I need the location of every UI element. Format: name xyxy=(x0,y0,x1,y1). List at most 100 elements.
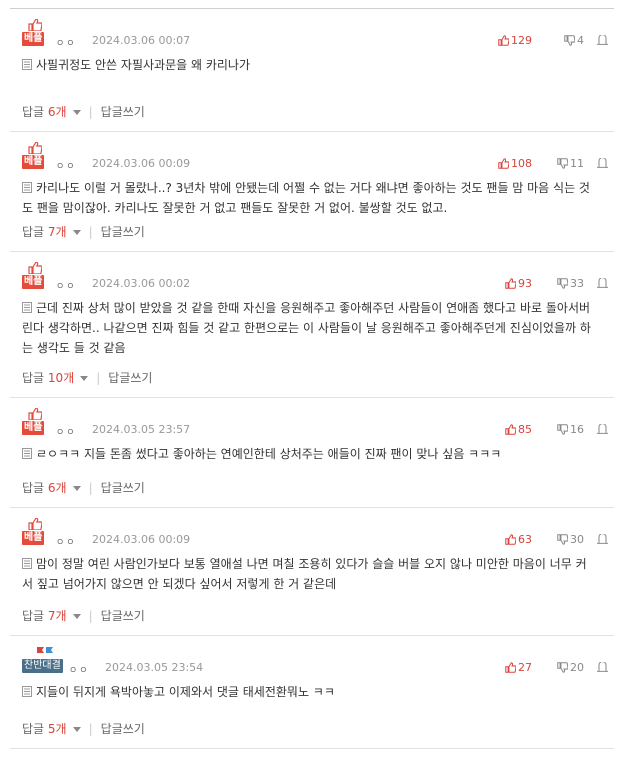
username[interactable]: ㅇㅇ xyxy=(56,425,77,438)
comment-text: 근데 진짜 상처 많이 받았을 것 같을 한때 자신을 응원해주고 좋아해주던 … xyxy=(22,301,591,355)
report-icon[interactable] xyxy=(597,278,608,288)
comment-date: 2024.03.06 00:09 xyxy=(92,533,191,546)
comment-date: 2024.03.06 00:02 xyxy=(92,277,191,290)
reply-label: 답글 xyxy=(22,105,45,119)
comment-meta: 찬반대결 ㅇㅇ 2024.03.05 23:54 27 20 xyxy=(22,646,614,676)
write-reply-link[interactable]: 답글쓰기 xyxy=(101,105,145,119)
best-badge: 베플 xyxy=(22,19,46,47)
username[interactable]: ㅇㅇ xyxy=(56,279,77,292)
best-badge: 베플 xyxy=(22,262,46,290)
document-icon xyxy=(22,448,32,459)
downvote-button[interactable]: 20 xyxy=(557,661,584,674)
comment-footer: 답글 7개 | 답글쓰기 xyxy=(22,597,145,635)
downvote-button[interactable]: 33 xyxy=(557,277,584,290)
caret-down-icon xyxy=(72,613,81,619)
badge-label: 베플 xyxy=(22,531,45,545)
report-icon[interactable] xyxy=(597,424,608,434)
downvote-button[interactable]: 11 xyxy=(557,157,584,170)
thumbs-up-icon xyxy=(28,19,42,31)
best-badge: 베플 xyxy=(22,518,46,546)
thumbs-down-icon xyxy=(557,534,569,545)
reply-toggle[interactable]: 답글 10개 xyxy=(22,371,96,385)
write-reply-link[interactable]: 답글쓰기 xyxy=(101,609,145,623)
upvote-button[interactable]: 27 xyxy=(505,661,532,674)
upvote-count: 129 xyxy=(511,34,532,47)
comment-footer: 답글 10개 | 답글쓰기 xyxy=(22,359,152,397)
upvote-count: 63 xyxy=(518,533,532,546)
comment-body: 지들이 뒤지게 욕박아놓고 이제와서 댓글 태세전환뭐노 ㅋㅋ xyxy=(22,676,614,702)
write-reply-link[interactable]: 답글쓰기 xyxy=(101,225,145,239)
downvote-count: 11 xyxy=(570,157,584,170)
report-icon[interactable] xyxy=(597,35,608,45)
upvote-button[interactable]: 129 xyxy=(498,34,532,47)
divider: | xyxy=(88,225,93,239)
username[interactable]: ㅇㅇ xyxy=(56,159,77,172)
comment-footer: 답글 5개 | 답글쓰기 xyxy=(22,710,145,748)
thumbs-up-icon xyxy=(505,534,517,545)
write-reply-link[interactable]: 답글쓰기 xyxy=(108,371,152,385)
document-icon xyxy=(22,302,32,313)
write-reply-link[interactable]: 답글쓰기 xyxy=(101,481,145,495)
thumbs-up-icon xyxy=(505,662,517,673)
badge-label: 찬반대결 xyxy=(22,659,63,673)
downvote-button[interactable]: 30 xyxy=(557,533,584,546)
reply-count: 6개 xyxy=(47,105,67,119)
upvote-count: 108 xyxy=(511,157,532,170)
reply-label: 답글 xyxy=(22,225,45,239)
username[interactable]: ㅇㅇ xyxy=(69,663,90,676)
badge-label: 베플 xyxy=(22,32,45,46)
comment-date: 2024.03.06 00:07 xyxy=(92,34,191,47)
reply-count: 7개 xyxy=(47,609,67,623)
comment-date: 2024.03.06 00:09 xyxy=(92,157,191,170)
username[interactable]: ㅇㅇ xyxy=(56,535,77,548)
divider: | xyxy=(88,609,93,623)
reply-count: 5개 xyxy=(47,722,67,736)
comment-item: 베플 ㅇㅇ 2024.03.06 00:09 108 11 카리나도 이럴 거 … xyxy=(10,132,614,252)
comment-list: 베플 ㅇㅇ 2024.03.06 00:07 129 4 사필귀정도 안쓴 자필… xyxy=(10,8,614,749)
divider: | xyxy=(88,722,93,736)
downvote-button[interactable]: 4 xyxy=(564,34,584,47)
reply-toggle[interactable]: 답글 5개 xyxy=(22,722,89,736)
thumbs-up-icon xyxy=(505,424,517,435)
comment-footer: 답글 6개 | 답글쓰기 xyxy=(22,93,145,131)
downvote-count: 4 xyxy=(577,34,584,47)
flags-icon xyxy=(37,647,53,658)
comment-item: 베플 ㅇㅇ 2024.03.06 00:07 129 4 사필귀정도 안쓴 자필… xyxy=(10,9,614,132)
comment-meta: 베플 ㅇㅇ 2024.03.06 00:07 129 4 xyxy=(22,19,614,49)
caret-down-icon xyxy=(72,726,81,732)
reply-label: 답글 xyxy=(22,609,45,623)
best-badge: 베플 xyxy=(22,408,46,436)
badge-label: 베플 xyxy=(22,275,45,289)
write-reply-link[interactable]: 답글쓰기 xyxy=(101,722,145,736)
report-icon[interactable] xyxy=(597,662,608,672)
document-icon xyxy=(22,686,32,697)
caret-down-icon xyxy=(72,229,81,235)
thumbs-up-icon xyxy=(28,518,42,530)
reply-toggle[interactable]: 답글 6개 xyxy=(22,105,89,119)
caret-down-icon xyxy=(72,485,81,491)
downvote-button[interactable]: 16 xyxy=(557,423,584,436)
upvote-button[interactable]: 93 xyxy=(505,277,532,290)
thumbs-down-icon xyxy=(557,424,569,435)
username[interactable]: ㅇㅇ xyxy=(56,36,77,49)
report-icon[interactable] xyxy=(597,158,608,168)
comment-date: 2024.03.05 23:57 xyxy=(92,423,191,436)
report-icon[interactable] xyxy=(597,534,608,544)
upvote-button[interactable]: 63 xyxy=(505,533,532,546)
upvote-button[interactable]: 85 xyxy=(505,423,532,436)
comment-body: ㄹㅇㅋㅋ 지들 돈좀 썼다고 좋아하는 연예인한테 상처주는 애들이 진짜 팬이… xyxy=(22,438,614,464)
divider: | xyxy=(88,481,93,495)
thumbs-up-icon xyxy=(505,278,517,289)
comment-item: 베플 ㅇㅇ 2024.03.06 00:09 63 30 맘이 정말 여린 사람… xyxy=(10,508,614,636)
thumbs-up-icon xyxy=(28,142,42,154)
comment-item: 베플 ㅇㅇ 2024.03.05 23:57 85 16 ㄹㅇㅋㅋ 지들 돈좀 … xyxy=(10,398,614,508)
divider: | xyxy=(96,371,101,385)
reply-toggle[interactable]: 답글 6개 xyxy=(22,481,89,495)
reply-toggle[interactable]: 답글 7개 xyxy=(22,225,89,239)
document-icon xyxy=(22,558,32,569)
comment-text: 사필귀정도 안쓴 자필사과문을 왜 카리나가 xyxy=(36,58,250,72)
reply-toggle[interactable]: 답글 7개 xyxy=(22,609,89,623)
upvote-button[interactable]: 108 xyxy=(498,157,532,170)
comment-meta: 베플 ㅇㅇ 2024.03.06 00:09 63 30 xyxy=(22,518,614,548)
comment-body: 사필귀정도 안쓴 자필사과문을 왜 카리나가 xyxy=(22,49,614,75)
